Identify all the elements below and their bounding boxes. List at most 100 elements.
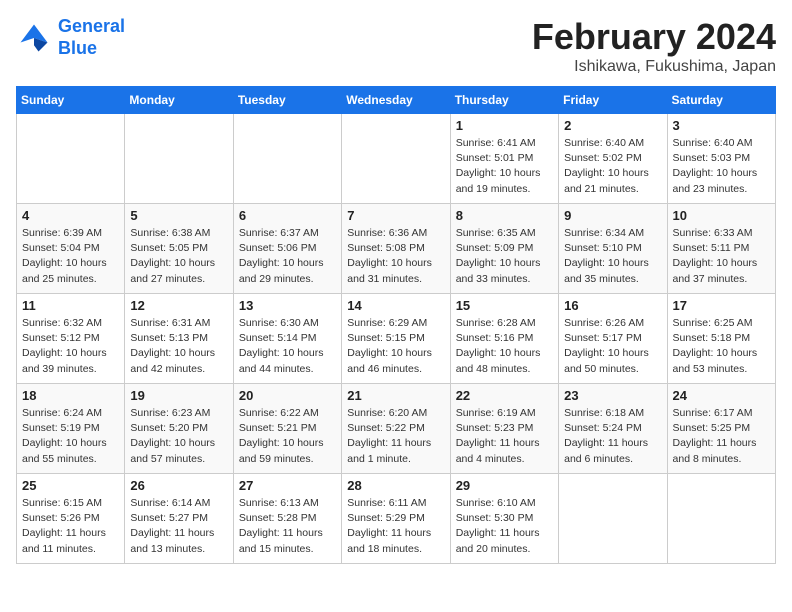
- day-number: 25: [22, 478, 119, 493]
- calendar-cell: 15 Sunrise: 6:28 AM Sunset: 5:16 PM Dayli…: [450, 294, 558, 384]
- day-number: 20: [239, 388, 336, 403]
- calendar-cell: 26 Sunrise: 6:14 AM Sunset: 5:27 PM Dayli…: [125, 474, 233, 564]
- calendar-cell: 14Sunrise: 6:29 AM Sunset: 5:15 PM Dayli…: [342, 294, 450, 384]
- calendar-cell: 12 Sunrise: 6:31 AM Sunset: 5:13 PM Dayli…: [125, 294, 233, 384]
- logo-bird-icon: [16, 20, 52, 56]
- day-info: Sunrise: 6:41 AM Sunset: 5:01 PM Dayligh…: [456, 136, 553, 197]
- day-info: Sunrise: 6:17 AM Sunset: 5:25 PM Dayligh…: [673, 406, 770, 467]
- logo-line2: Blue: [58, 38, 97, 58]
- day-info: Sunrise: 6:37 AM Sunset: 5:06 PM Dayligh…: [239, 226, 336, 287]
- day-number: 18: [22, 388, 119, 403]
- day-number: 8: [456, 208, 553, 223]
- day-info: Sunrise: 6:34 AM Sunset: 5:10 PM Dayligh…: [564, 226, 661, 287]
- calendar-cell: 23 Sunrise: 6:18 AM Sunset: 5:24 PM Dayli…: [559, 384, 667, 474]
- day-info: Sunrise: 6:15 AM Sunset: 5:26 PM Dayligh…: [22, 496, 119, 557]
- day-info: Sunrise: 6:19 AM Sunset: 5:23 PM Dayligh…: [456, 406, 553, 467]
- calendar-cell: 21Sunrise: 6:20 AM Sunset: 5:22 PM Dayli…: [342, 384, 450, 474]
- month-title: February 2024: [532, 16, 776, 58]
- day-number: 24: [673, 388, 770, 403]
- day-info: Sunrise: 6:39 AM Sunset: 5:04 PM Dayligh…: [22, 226, 119, 287]
- day-info: Sunrise: 6:40 AM Sunset: 5:03 PM Dayligh…: [673, 136, 770, 197]
- calendar-cell: 3 Sunrise: 6:40 AM Sunset: 5:03 PM Daylig…: [667, 114, 775, 204]
- day-number: 16: [564, 298, 661, 313]
- day-number: 21: [347, 388, 444, 403]
- day-number: 17: [673, 298, 770, 313]
- calendar-cell: 8 Sunrise: 6:35 AM Sunset: 5:09 PM Daylig…: [450, 204, 558, 294]
- calendar-cell: 22Sunrise: 6:19 AM Sunset: 5:23 PM Dayli…: [450, 384, 558, 474]
- calendar-cell: [17, 114, 125, 204]
- weekday-header-sunday: Sunday: [17, 87, 125, 114]
- calendar-cell: [559, 474, 667, 564]
- day-info: Sunrise: 6:30 AM Sunset: 5:14 PM Dayligh…: [239, 316, 336, 377]
- day-number: 26: [130, 478, 227, 493]
- calendar-table: SundayMondayTuesdayWednesdayThursdayFrid…: [16, 86, 776, 564]
- calendar-cell: 27 Sunrise: 6:13 AM Sunset: 5:28 PM Dayli…: [233, 474, 341, 564]
- day-number: 12: [130, 298, 227, 313]
- calendar-cell: 1 Sunrise: 6:41 AM Sunset: 5:01 PM Daylig…: [450, 114, 558, 204]
- calendar-cell: 13 Sunrise: 6:30 AM Sunset: 5:14 PM Dayli…: [233, 294, 341, 384]
- weekday-header-tuesday: Tuesday: [233, 87, 341, 114]
- calendar-cell: [342, 114, 450, 204]
- day-number: 27: [239, 478, 336, 493]
- day-info: Sunrise: 6:13 AM Sunset: 5:28 PM Dayligh…: [239, 496, 336, 557]
- day-info: Sunrise: 6:11 AM Sunset: 5:29 PM Dayligh…: [347, 496, 444, 557]
- week-row-5: 25 Sunrise: 6:15 AM Sunset: 5:26 PM Dayli…: [17, 474, 776, 564]
- location-subtitle: Ishikawa, Fukushima, Japan: [532, 58, 776, 76]
- day-number: 19: [130, 388, 227, 403]
- calendar-cell: 18 Sunrise: 6:24 AM Sunset: 5:19 PM Dayli…: [17, 384, 125, 474]
- day-number: 29: [456, 478, 553, 493]
- day-number: 13: [239, 298, 336, 313]
- day-number: 1: [456, 118, 553, 133]
- day-number: 11: [22, 298, 119, 313]
- day-number: 23: [564, 388, 661, 403]
- day-number: 28: [347, 478, 444, 493]
- weekday-header-thursday: Thursday: [450, 87, 558, 114]
- calendar-cell: [125, 114, 233, 204]
- day-info: Sunrise: 6:28 AM Sunset: 5:16 PM Dayligh…: [456, 316, 553, 377]
- day-number: 15: [456, 298, 553, 313]
- day-info: Sunrise: 6:40 AM Sunset: 5:02 PM Dayligh…: [564, 136, 661, 197]
- day-info: Sunrise: 6:32 AM Sunset: 5:12 PM Dayligh…: [22, 316, 119, 377]
- calendar-cell: 28 Sunrise: 6:11 AM Sunset: 5:29 PM Dayli…: [342, 474, 450, 564]
- day-info: Sunrise: 6:14 AM Sunset: 5:27 PM Dayligh…: [130, 496, 227, 557]
- day-number: 10: [673, 208, 770, 223]
- calendar-cell: 6 Sunrise: 6:37 AM Sunset: 5:06 PM Daylig…: [233, 204, 341, 294]
- calendar-cell: 10 Sunrise: 6:33 AM Sunset: 5:11 PM Dayli…: [667, 204, 775, 294]
- logo-text: General Blue: [58, 16, 125, 59]
- day-info: Sunrise: 6:10 AM Sunset: 5:30 PM Dayligh…: [456, 496, 553, 557]
- day-number: 6: [239, 208, 336, 223]
- weekday-header-row: SundayMondayTuesdayWednesdayThursdayFrid…: [17, 87, 776, 114]
- calendar-cell: 11 Sunrise: 6:32 AM Sunset: 5:12 PM Dayli…: [17, 294, 125, 384]
- day-info: Sunrise: 6:36 AM Sunset: 5:08 PM Dayligh…: [347, 226, 444, 287]
- day-number: 9: [564, 208, 661, 223]
- week-row-3: 11 Sunrise: 6:32 AM Sunset: 5:12 PM Dayli…: [17, 294, 776, 384]
- calendar-cell: 4 Sunrise: 6:39 AM Sunset: 5:04 PM Daylig…: [17, 204, 125, 294]
- day-number: 14: [347, 298, 444, 313]
- day-info: Sunrise: 6:23 AM Sunset: 5:20 PM Dayligh…: [130, 406, 227, 467]
- day-number: 5: [130, 208, 227, 223]
- day-info: Sunrise: 6:26 AM Sunset: 5:17 PM Dayligh…: [564, 316, 661, 377]
- day-number: 4: [22, 208, 119, 223]
- day-info: Sunrise: 6:35 AM Sunset: 5:09 PM Dayligh…: [456, 226, 553, 287]
- weekday-header-monday: Monday: [125, 87, 233, 114]
- week-row-1: 1 Sunrise: 6:41 AM Sunset: 5:01 PM Daylig…: [17, 114, 776, 204]
- calendar-cell: 17Sunrise: 6:25 AM Sunset: 5:18 PM Dayli…: [667, 294, 775, 384]
- day-info: Sunrise: 6:33 AM Sunset: 5:11 PM Dayligh…: [673, 226, 770, 287]
- weekday-header-saturday: Saturday: [667, 87, 775, 114]
- calendar-cell: 20 Sunrise: 6:22 AM Sunset: 5:21 PM Dayli…: [233, 384, 341, 474]
- calendar-cell: [233, 114, 341, 204]
- day-info: Sunrise: 6:18 AM Sunset: 5:24 PM Dayligh…: [564, 406, 661, 467]
- day-info: Sunrise: 6:22 AM Sunset: 5:21 PM Dayligh…: [239, 406, 336, 467]
- calendar-cell: 7Sunrise: 6:36 AM Sunset: 5:08 PM Daylig…: [342, 204, 450, 294]
- calendar-cell: [667, 474, 775, 564]
- calendar-cell: 24 Sunrise: 6:17 AM Sunset: 5:25 PM Dayli…: [667, 384, 775, 474]
- day-number: 2: [564, 118, 661, 133]
- day-info: Sunrise: 6:24 AM Sunset: 5:19 PM Dayligh…: [22, 406, 119, 467]
- calendar-cell: 16 Sunrise: 6:26 AM Sunset: 5:17 PM Dayli…: [559, 294, 667, 384]
- calendar-cell: 25 Sunrise: 6:15 AM Sunset: 5:26 PM Dayli…: [17, 474, 125, 564]
- calendar-cell: 2 Sunrise: 6:40 AM Sunset: 5:02 PM Daylig…: [559, 114, 667, 204]
- day-info: Sunrise: 6:31 AM Sunset: 5:13 PM Dayligh…: [130, 316, 227, 377]
- day-number: 3: [673, 118, 770, 133]
- weekday-header-friday: Friday: [559, 87, 667, 114]
- logo-line1: General: [58, 16, 125, 36]
